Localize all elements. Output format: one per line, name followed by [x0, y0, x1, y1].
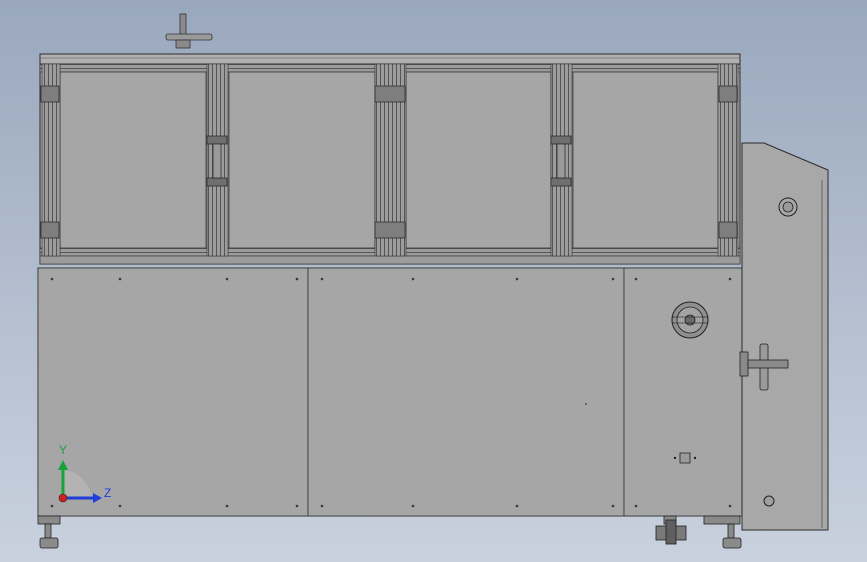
- window-panel-1: [59, 71, 207, 249]
- z-axis-label: Z: [104, 486, 112, 500]
- machine-drawing: [37, 13, 829, 549]
- machine-feet: [37, 515, 742, 549]
- cabinet-door-center: [307, 267, 625, 517]
- lower-cabinet: [37, 267, 743, 517]
- top-rail: [39, 53, 741, 65]
- origin-marker: [58, 493, 68, 503]
- window-panel-3: [405, 71, 552, 249]
- cad-viewport[interactable]: Y Z: [0, 0, 867, 562]
- y-axis-label: Y: [59, 443, 68, 457]
- top-handwheel: [165, 13, 213, 49]
- inspection-hatch: [671, 301, 709, 339]
- side-control-box: [741, 142, 829, 531]
- window-panel-4: [572, 71, 719, 249]
- caster-wheel: [655, 515, 687, 545]
- window-panel-2: [228, 71, 376, 249]
